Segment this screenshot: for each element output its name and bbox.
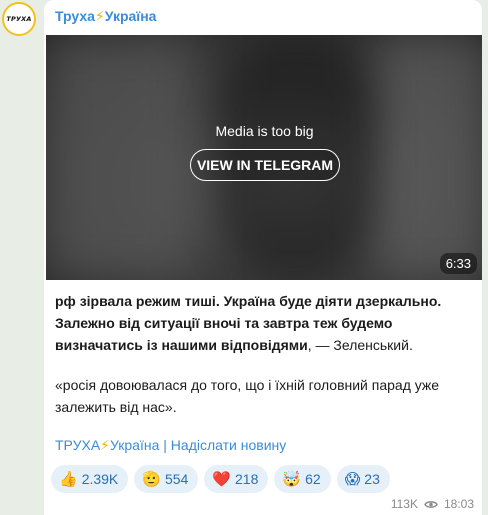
- heart-icon: ❤️: [212, 470, 232, 488]
- eye-icon: [424, 500, 438, 508]
- reaction-saluting-face[interactable]: 🫡 554: [134, 465, 199, 493]
- lightning-icon: ⚡: [94, 8, 105, 24]
- channel-name-suffix: Україна: [104, 8, 157, 24]
- channel-name[interactable]: Труха⚡Україна: [55, 8, 156, 25]
- reaction-count: 2.39K: [81, 471, 119, 487]
- reaction-count: 554: [164, 471, 189, 487]
- channel-name-text: Труха: [55, 8, 95, 24]
- reaction-heart[interactable]: ❤️ 218: [204, 465, 269, 493]
- reaction-thumbs-up[interactable]: 👍 2.39K: [51, 465, 129, 493]
- channel-avatar[interactable]: ТРУХА: [2, 2, 36, 36]
- reaction-screaming-face[interactable]: 😱 23: [336, 465, 390, 493]
- message-quote: «росія довоювалася до того, що і їхній г…: [55, 377, 440, 415]
- reaction-mind-blown[interactable]: 🤯 62: [274, 465, 331, 493]
- channel-link-text: ТРУХА: [55, 437, 101, 453]
- media-too-big-note: Media is too big: [215, 123, 314, 139]
- saluting-face-icon: 🫡: [142, 470, 161, 488]
- video-duration-badge: 6:33: [439, 253, 477, 274]
- footer-links: ТРУХА⚡Україна | Надіслати новину: [55, 437, 286, 454]
- lightning-icon: ⚡: [100, 437, 110, 453]
- message-text: рф зірвала режим тиші. Україна буде діят…: [55, 290, 475, 356]
- reaction-count: 23: [364, 471, 380, 487]
- message-time: 18:03: [443, 497, 474, 511]
- view-count: 113K: [390, 497, 418, 511]
- channel-link-suffix: Україна: [110, 437, 160, 453]
- link-separator: |: [159, 437, 171, 453]
- message-tail-text: , — Зеленський.: [307, 337, 413, 353]
- channel-link[interactable]: ТРУХА⚡Україна: [55, 437, 159, 453]
- thumbs-up-icon: 👍: [59, 470, 78, 488]
- mind-blown-icon: 🤯: [282, 470, 302, 488]
- view-in-telegram-button[interactable]: VIEW IN TELEGRAM: [190, 149, 340, 181]
- submit-news-link[interactable]: Надіслати новину: [171, 437, 286, 453]
- reactions-bar: 👍 2.39K 🫡 554 ❤️ 218 🤯 62 😱 23: [51, 465, 390, 493]
- video-preview[interactable]: Media is too big VIEW IN TELEGRAM 6:33: [46, 35, 482, 280]
- reaction-count: 218: [235, 471, 259, 487]
- message-meta: 113K 18:03: [391, 497, 474, 511]
- message-bubble: Труха⚡Україна Media is too big VIEW IN T…: [44, 0, 482, 515]
- screaming-face-icon: 😱: [344, 470, 361, 488]
- reaction-count: 62: [305, 471, 321, 487]
- avatar-logo-text: ТРУХА: [6, 15, 32, 23]
